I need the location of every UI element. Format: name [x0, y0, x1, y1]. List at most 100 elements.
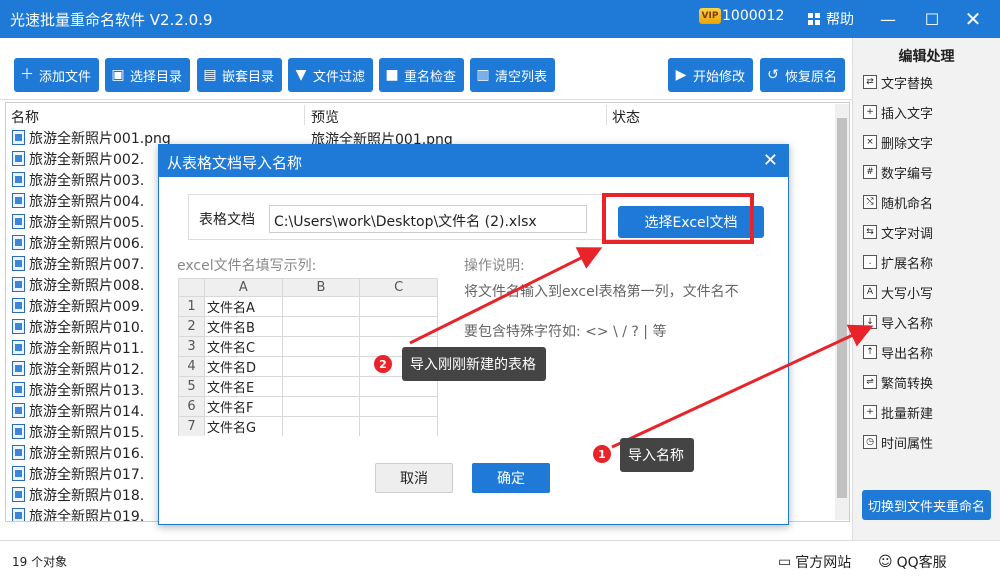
minimize-icon[interactable]: — [873, 4, 903, 34]
table-row[interactable]: 旅游全新照片007. [12, 253, 144, 274]
sheet-cell [281, 336, 361, 357]
sidebar-item-4[interactable]: # 数字编号 [863, 159, 993, 185]
table-row[interactable]: 旅游全新照片001.png [12, 127, 171, 148]
table-row[interactable]: 旅游全新照片018. [12, 484, 144, 505]
sidebar-item-11[interactable]: ⇌ 繁简转换 [863, 369, 993, 395]
file-icon [12, 193, 25, 208]
vertical-scrollbar[interactable] [835, 104, 849, 520]
table-row[interactable]: 旅游全新照片017. [12, 463, 144, 484]
file-name: 旅游全新照片005. [29, 214, 145, 231]
highlight-box [602, 193, 754, 244]
column-name[interactable]: 名称 [11, 107, 39, 127]
vip-icon: VIP [699, 8, 721, 24]
undo-icon: ↺ [767, 67, 779, 83]
sidebar-item-1[interactable]: ⇄ 文字替换 [863, 69, 993, 95]
file-name: 旅游全新照片011. [29, 340, 145, 357]
table-row[interactable]: 旅游全新照片019. [12, 505, 145, 522]
file-name: 旅游全新照片006. [29, 235, 145, 252]
table-row[interactable]: 旅游全新照片005. [12, 211, 144, 232]
sidebar-item-label: 时间属性 [881, 436, 934, 452]
rename-check-button[interactable]: ■ 重名检查 [379, 58, 465, 92]
official-site-label: 官方网站 [795, 555, 852, 571]
sheet-row: 4 文件名D [178, 356, 438, 377]
table-row[interactable]: 旅游全新照片003. [12, 169, 144, 190]
sidebar-item-2[interactable]: + 插入文字 [863, 99, 993, 125]
table-row[interactable]: 旅游全新照片011. [12, 337, 144, 358]
add-file-button[interactable]: ＋ 添加文件 [14, 58, 100, 92]
status-bar: 19 个对象 ▭ 官方网站 ☺ QQ客服 [0, 540, 1000, 580]
sidebar-item-label: 数字编号 [881, 166, 934, 182]
close-icon[interactable]: ✕ [958, 4, 988, 34]
column-separator [304, 105, 305, 125]
restore-button[interactable]: ↺ 恢复原名 [760, 58, 846, 92]
table-row[interactable]: 旅游全新照片014. [12, 400, 144, 421]
file-name: 旅游全新照片017. [29, 466, 145, 483]
rename-check-label: 重名检查 [404, 69, 457, 85]
sheet-cell: 文件名C [204, 336, 283, 357]
file-path-input[interactable]: C:\Users\work\Desktop\文件名 (2).xlsx [269, 205, 587, 233]
sidebar-item-13[interactable]: ◷ 时间属性 [863, 429, 993, 455]
file-name: 旅游全新照片018. [29, 487, 145, 504]
column-status[interactable]: 状态 [612, 107, 640, 127]
vip-account[interactable]: VIP 1000012 [699, 8, 784, 24]
cancel-button[interactable]: 取消 [375, 463, 453, 493]
start-button[interactable]: ▶ 开始修改 [668, 58, 754, 92]
switch-folder-rename-button[interactable]: 切换到文件夹重命名 [862, 490, 991, 520]
file-icon [12, 487, 25, 502]
file-icon [12, 424, 25, 439]
nested-dir-button[interactable]: ▤ 嵌套目录 [197, 58, 283, 92]
select-dir-button[interactable]: ▣ 选择目录 [105, 58, 191, 92]
tool-icon: ⇌ [863, 375, 877, 389]
grid-icon [808, 13, 820, 25]
sheet-cell [281, 356, 361, 377]
ok-button[interactable]: 确定 [472, 463, 550, 493]
sidebar-item-label: 插入文字 [881, 106, 934, 122]
step-1-callout: 导入名称 [620, 438, 694, 472]
sheet-row-number: 3 [178, 336, 205, 357]
sidebar-item-6[interactable]: ⇆ 文字对调 [863, 219, 993, 245]
help-menu[interactable]: 帮助 [808, 9, 854, 29]
file-name: 旅游全新照片007. [29, 256, 145, 273]
official-site-link[interactable]: ▭ 官方网站 [778, 552, 851, 572]
sidebar-item-12[interactable]: + 批量新建 [863, 399, 993, 425]
folder-tree-icon: ▤ [203, 67, 217, 83]
qq-support-link[interactable]: ☺ QQ客服 [878, 552, 947, 572]
sidebar-item-10[interactable]: ↑ 导出名称 [863, 339, 993, 365]
file-icon [12, 508, 25, 521]
file-icon [12, 235, 25, 250]
table-row[interactable]: 旅游全新照片010. [12, 316, 144, 337]
vip-id: 1000012 [722, 8, 785, 24]
table-row[interactable]: 旅游全新照片008. [12, 274, 144, 295]
sheet-cell [281, 416, 361, 436]
table-row[interactable]: 旅游全新照片016. [12, 442, 144, 463]
tool-icon: A [863, 285, 877, 299]
file-name: 旅游全新照片008. [29, 277, 145, 294]
table-row[interactable]: 旅游全新照片009. [12, 295, 144, 316]
table-row[interactable]: 旅游全新照片006. [12, 232, 144, 253]
file-name: 旅游全新照片014. [29, 403, 145, 420]
clear-list-button[interactable]: ▥ 清空列表 [470, 58, 556, 92]
file-name: 旅游全新照片019. [29, 508, 145, 522]
sidebar-item-5[interactable]: ⤭ 随机命名 [863, 189, 993, 215]
column-preview[interactable]: 预览 [311, 107, 339, 127]
sidebar-item-9[interactable]: ↓ 导入名称 [863, 309, 993, 335]
maximize-icon[interactable]: ☐ [917, 4, 947, 34]
instructions-line-2: 要包含特殊字符如: <> \ / ? | 等 [464, 324, 667, 340]
sidebar-item-label: 导入名称 [881, 316, 934, 332]
table-row[interactable]: 旅游全新照片002. [12, 148, 144, 169]
sidebar-item-3[interactable]: × 删除文字 [863, 129, 993, 155]
scroll-thumb[interactable] [837, 118, 847, 498]
table-row[interactable]: 旅游全新照片012. [12, 358, 144, 379]
table-row[interactable]: 旅游全新照片013. [12, 379, 144, 400]
sidebar-item-7[interactable]: . 扩展名称 [863, 249, 993, 275]
tool-icon: + [863, 405, 877, 419]
sheet-cell [359, 396, 438, 417]
close-icon[interactable]: ✕ [763, 150, 778, 171]
check-doc-icon: ■ [385, 67, 399, 83]
file-filter-button[interactable]: ▼ 文件过滤 [288, 58, 374, 92]
sidebar-item-8[interactable]: A 大写小写 [863, 279, 993, 305]
excel-sample-sheet: ABC 1文件名A2文件名B3文件名C4文件名D5文件名E6文件名F7文件名G8… [178, 278, 438, 436]
table-row[interactable]: 旅游全新照片004. [12, 190, 144, 211]
table-row[interactable]: 旅游全新照片015. [12, 421, 144, 442]
sheet-cell: 文件名B [204, 316, 283, 337]
